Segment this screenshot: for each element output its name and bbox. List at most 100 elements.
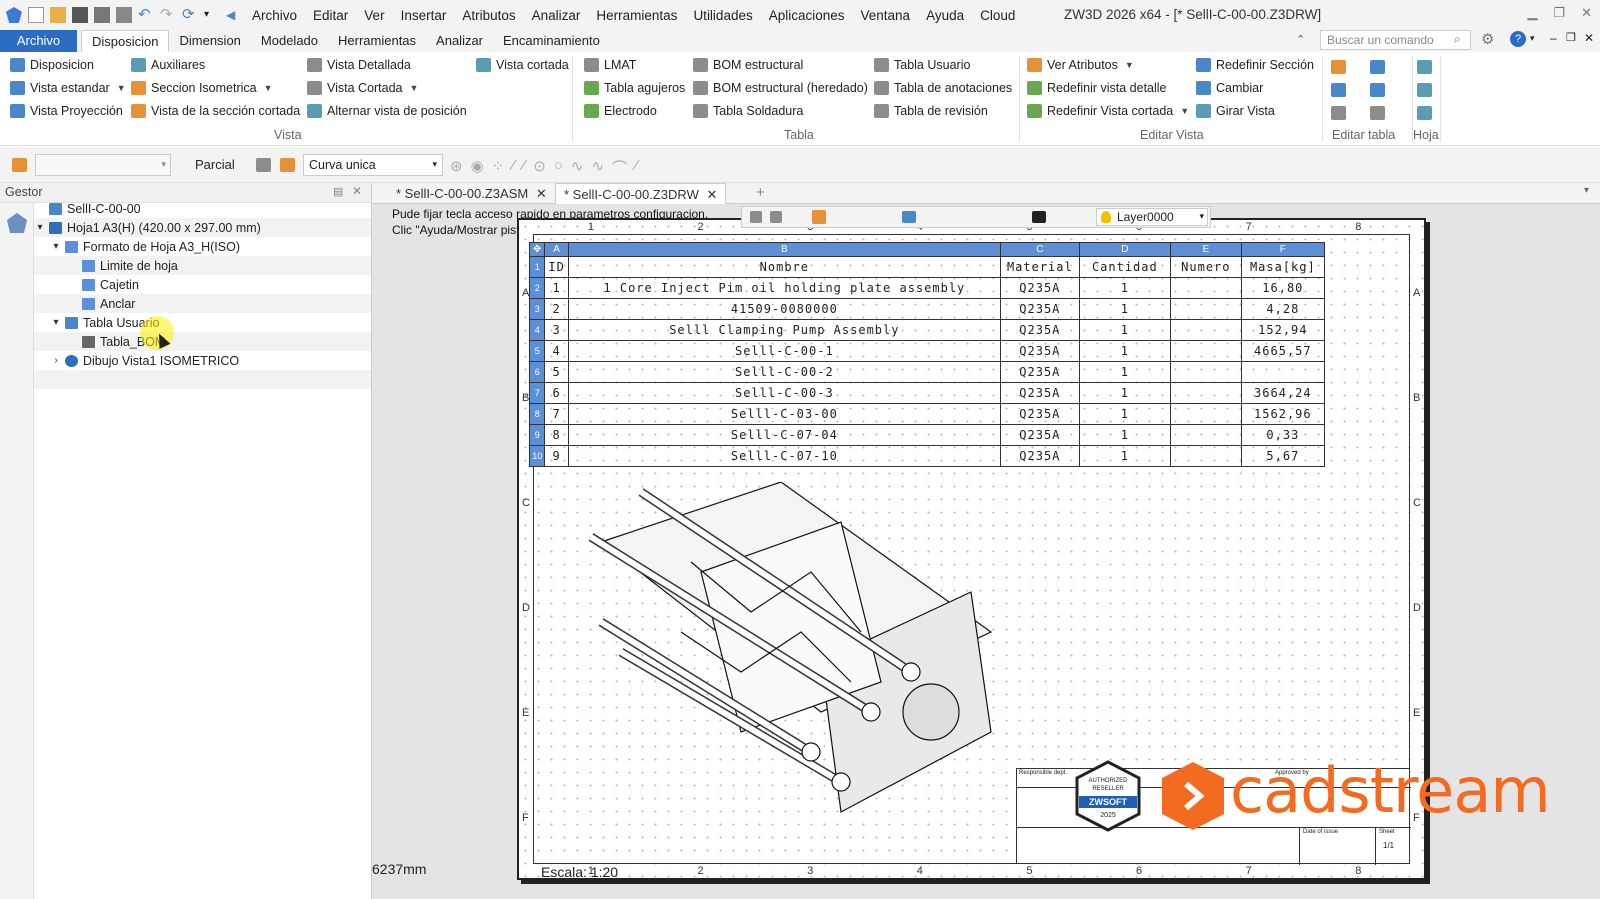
chevron-down-icon[interactable]: ▼ — [1180, 106, 1189, 116]
menu-insertar[interactable]: Insertar — [393, 8, 455, 23]
vista-estandar-button[interactable]: Vista estandar ▼ — [10, 81, 126, 95]
doc-tab-drawing[interactable]: * SellI-C-00-00.Z3DRW ✕ — [555, 183, 727, 204]
table-row[interactable]: 3 2 41509-0080000 Q235A 1 4,28 — [528, 298, 1325, 320]
bom-cell[interactable]: 1 — [1078, 361, 1171, 383]
bom-cell[interactable]: 8 — [544, 424, 569, 446]
view-fit-icon[interactable] — [750, 211, 762, 223]
redefinir-detalle-button[interactable]: Redefinir vista detalle — [1027, 81, 1167, 95]
collapse-ribbon-icon[interactable]: ⌃ — [1296, 33, 1305, 46]
doc-tab-assembly[interactable]: * SellI-C-00-00.Z3ASM ✕ — [388, 183, 555, 204]
chevron-right-icon[interactable]: › — [50, 355, 62, 366]
chevron-down-icon[interactable]: ▼ — [410, 83, 419, 93]
col-letter[interactable]: E — [1169, 242, 1242, 257]
bom-cell[interactable]: Selll-C-00-2 — [567, 361, 1001, 383]
bom-cell[interactable]: 7 — [544, 403, 569, 425]
bom-cell[interactable] — [1169, 277, 1242, 299]
menu-utilidades[interactable]: Utilidades — [685, 8, 760, 23]
curve-select[interactable]: Curva unica ▾ — [303, 154, 443, 176]
menu-aplicaciones[interactable]: Aplicaciones — [761, 8, 853, 23]
tabla-agujeros-button[interactable]: Tabla agujeros — [584, 81, 685, 95]
pin-icon[interactable]: ▤ — [333, 185, 343, 198]
menu-ayuda[interactable]: Ayuda — [918, 8, 972, 23]
tabla-usuario-button[interactable]: Tabla Usuario — [874, 58, 970, 72]
bom-cell[interactable]: Q235A — [999, 382, 1080, 404]
bom-cell[interactable]: 1 — [1078, 403, 1171, 425]
bom-cell[interactable] — [1169, 445, 1242, 467]
app-logo-icon[interactable] — [6, 7, 22, 23]
table-row[interactable]: 6 5 Selll-C-00-2 Q235A 1 — [528, 361, 1325, 383]
bom-cell[interactable]: 41509-0080000 — [567, 298, 1001, 320]
table-row[interactable]: 10 9 Selll-C-07-10 Q235A 1 5,67 — [528, 445, 1325, 467]
bom-cell[interactable]: Q235A — [999, 298, 1080, 320]
tab-list-icon[interactable]: ▾ — [1584, 185, 1589, 196]
row-number[interactable]: 1 — [528, 256, 546, 278]
menu-ventana[interactable]: Ventana — [853, 8, 919, 23]
bom-cell[interactable]: 1 — [544, 277, 569, 299]
bom-cell[interactable]: 4,28 — [1240, 298, 1325, 320]
snap-tangent-icon[interactable]: ⁄ — [523, 157, 526, 178]
table-row[interactable]: 8 7 Selll-C-03-00 Q235A 1 1562,96 — [528, 403, 1325, 425]
regen-icon[interactable]: ⟳ — [182, 7, 198, 23]
back-arrow-icon[interactable]: ◀ — [226, 7, 242, 23]
bom-cell[interactable]: 5,67 — [1240, 445, 1325, 467]
disposicion-button[interactable]: Disposicion — [10, 58, 94, 72]
bom-cell[interactable] — [1169, 298, 1242, 320]
seccion-isometrica-button[interactable]: Seccion Isometrica ▼ — [131, 81, 273, 95]
isometric-view-drawing[interactable] — [581, 482, 1001, 832]
col-letter[interactable]: C — [999, 242, 1080, 257]
lmat-button[interactable]: LMAT — [584, 58, 636, 72]
bom-cell[interactable]: 4 — [544, 340, 569, 362]
tab-modelado[interactable]: Modelado — [251, 30, 328, 52]
bom-cell[interactable]: Selll-C-07-04 — [567, 424, 1001, 446]
table-format-icon[interactable] — [1370, 60, 1385, 74]
row-number[interactable]: 4 — [528, 319, 546, 341]
close-icon[interactable]: ✕ — [706, 187, 717, 202]
bom-cell[interactable] — [1169, 361, 1242, 383]
tab-archivo[interactable]: Archivo — [0, 30, 77, 52]
tab-encaminamiento[interactable]: Encaminamiento — [493, 30, 610, 52]
bom-cell[interactable]: 0,33 — [1240, 424, 1325, 446]
col-letter[interactable]: B — [567, 242, 1001, 257]
bom-cell[interactable]: Selll-C-00-1 — [567, 340, 1001, 362]
tab-disposicion[interactable]: Disposicion — [81, 30, 170, 52]
tree-item-tabla-bom[interactable]: Tabla_BOM — [34, 332, 371, 351]
snap-line-icon[interactable]: ⁄ — [512, 157, 515, 178]
bom-cell[interactable]: 4665,57 — [1240, 340, 1325, 362]
bom-cell[interactable]: 1562,96 — [1240, 403, 1325, 425]
alternar-vista-button[interactable]: Alternar vista de posición — [307, 104, 467, 118]
table-row[interactable]: 9 8 Selll-C-07-04 Q235A 1 0,33 — [528, 424, 1325, 446]
bom-cell[interactable]: 6 — [544, 382, 569, 404]
bom-heredado-button[interactable]: BOM estructural (heredado) — [693, 81, 868, 95]
open-folder-icon[interactable] — [50, 7, 66, 23]
print-preview-icon[interactable] — [116, 7, 132, 23]
sheet-format-icon[interactable] — [1417, 83, 1432, 97]
history-manager-icon[interactable] — [7, 213, 27, 233]
row-number[interactable]: 7 — [528, 382, 546, 404]
doc-restore-icon[interactable]: ❐ — [1566, 31, 1576, 44]
filter-icon[interactable] — [12, 158, 27, 172]
bom-header-cell[interactable]: Nombre — [567, 256, 1001, 278]
bom-header-cell[interactable]: Material — [999, 256, 1080, 278]
bom-cell[interactable]: 1 Core Inject Pim oil holding plate asse… — [567, 277, 1001, 299]
bom-cell[interactable]: 3664,24 — [1240, 382, 1325, 404]
bom-cell[interactable]: Q235A — [999, 424, 1080, 446]
bom-header-cell[interactable]: Masa[kg] — [1240, 256, 1325, 278]
menu-analizar[interactable]: Analizar — [524, 8, 589, 23]
tree-item-user-table[interactable]: ▾ Tabla Usuario — [34, 313, 371, 332]
bom-cell[interactable]: Q235A — [999, 319, 1080, 341]
chevron-down-icon[interactable]: ▾ — [50, 317, 62, 328]
pencil-icon[interactable] — [770, 211, 782, 223]
tree-item-title-block[interactable]: Cajetin — [34, 275, 371, 294]
vista-cortada-button[interactable]: Vista Cortada ▼ — [307, 81, 418, 95]
vista-seccion-cortada-button[interactable]: Vista de la sección cortada — [131, 104, 300, 118]
close-icon[interactable]: ✕ — [1581, 5, 1592, 21]
bom-cell[interactable]: 5 — [544, 361, 569, 383]
bom-header-cell[interactable]: ID — [544, 256, 569, 278]
bom-cell[interactable]: 2 — [544, 298, 569, 320]
col-letter[interactable]: D — [1078, 242, 1171, 257]
bom-cell[interactable]: 1 — [1078, 298, 1171, 320]
chevron-down-icon[interactable]: ▼ — [117, 83, 126, 93]
vista-proyeccion-button[interactable]: Vista Proyección — [10, 104, 123, 118]
redefinir-seccion-button[interactable]: Redefinir Sección — [1196, 58, 1314, 72]
tree-item-sheet-limit[interactable]: Limite de hoja — [34, 256, 371, 275]
